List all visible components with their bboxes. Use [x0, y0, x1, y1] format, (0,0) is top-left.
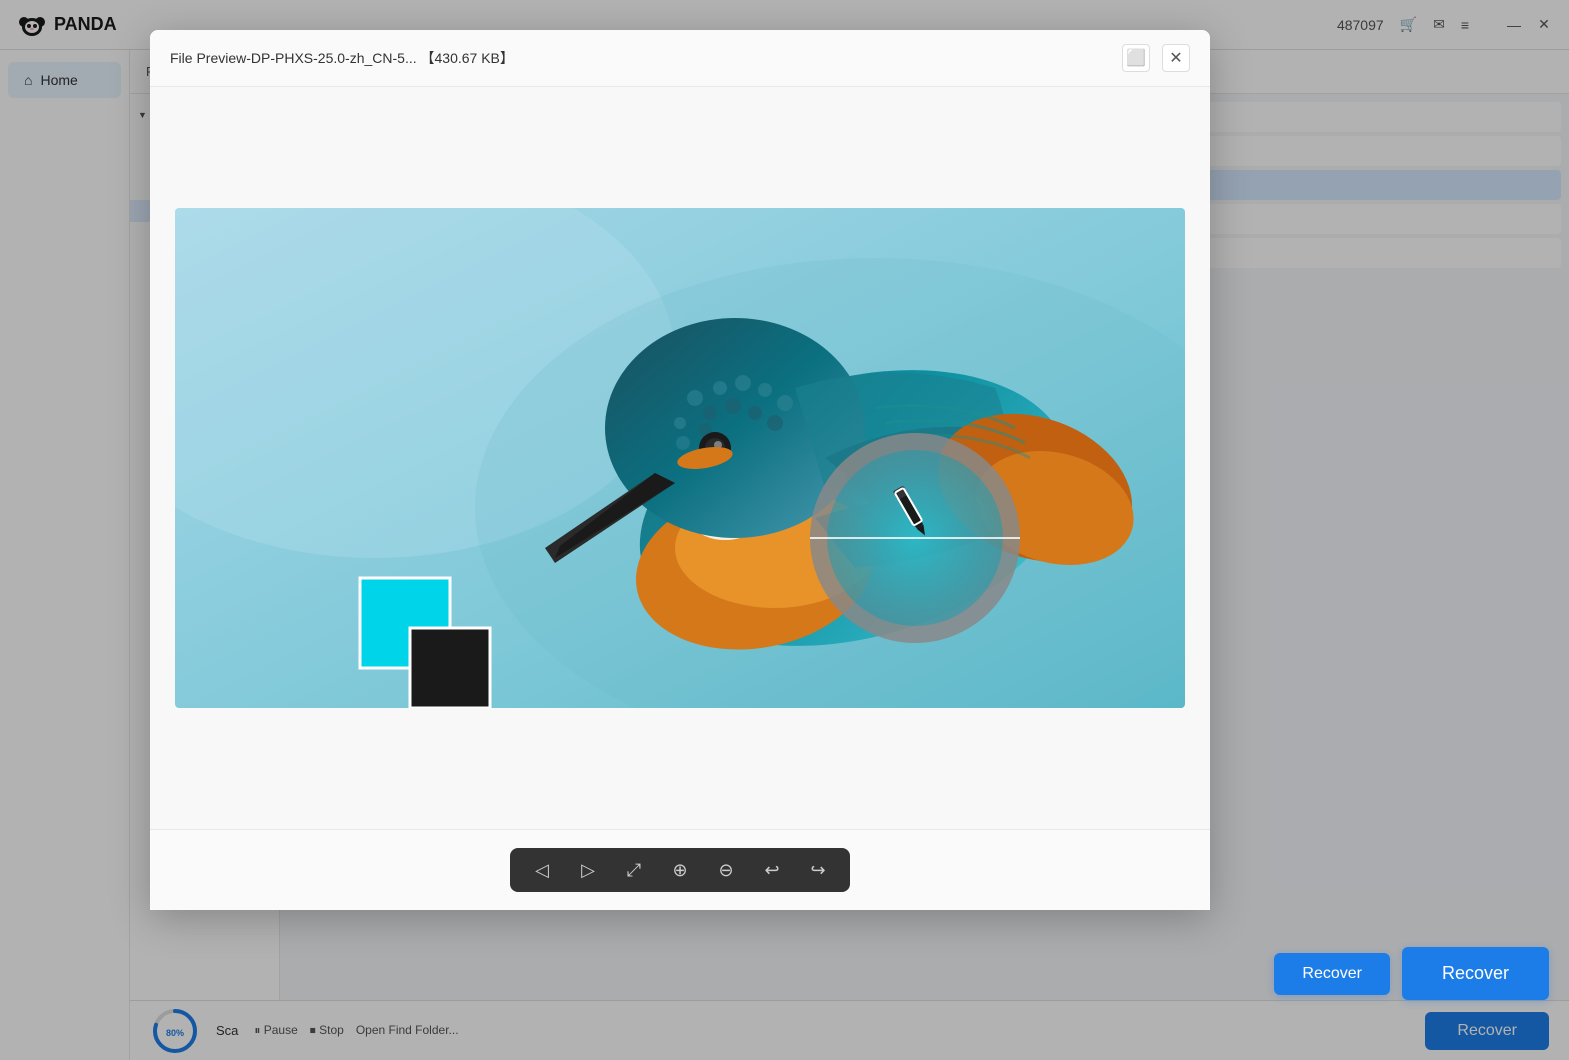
toolbar-strip: ◁ ▷ ⤢ ⊕ ⊖ ↩ ↪	[510, 848, 850, 892]
preview-modal: File Preview-DP-PHXS-25.0-zh_CN-5... 【43…	[150, 30, 1210, 910]
kingfisher-svg	[175, 208, 1185, 708]
preview-maximize-btn[interactable]: ⬜	[1122, 44, 1150, 72]
fit-btn[interactable]: ⤢	[620, 856, 648, 884]
next-btn[interactable]: ▷	[574, 856, 602, 884]
preview-toolbar: ◁ ▷ ⤢ ⊕ ⊖ ↩ ↪	[150, 829, 1210, 910]
preview-title-controls: ⬜ ✕	[1122, 44, 1190, 72]
kingfisher-scene	[175, 208, 1185, 708]
preview-title: File Preview-DP-PHXS-25.0-zh_CN-5... 【43…	[170, 48, 514, 68]
prev-btn[interactable]: ◁	[528, 856, 556, 884]
preview-content	[150, 87, 1210, 829]
preview-title-bar: File Preview-DP-PHXS-25.0-zh_CN-5... 【43…	[150, 30, 1210, 87]
zoom-in-btn[interactable]: ⊕	[666, 856, 694, 884]
app-window: PANDA 487097 🛒 ✉ ≡ — ✕ ⌂ Home File Locat…	[0, 0, 1569, 1060]
zoom-out-btn[interactable]: ⊖	[712, 856, 740, 884]
recover-buttons-area: Recover Recover	[1274, 947, 1549, 1000]
recover-secondary-button[interactable]: Recover	[1274, 953, 1390, 995]
rotate-left-btn[interactable]: ↩	[758, 856, 786, 884]
modal-overlay: File Preview-DP-PHXS-25.0-zh_CN-5... 【43…	[0, 0, 1569, 1060]
rotate-right-btn[interactable]: ↪	[804, 856, 832, 884]
recover-large-button[interactable]: Recover	[1402, 947, 1549, 1000]
preview-close-btn[interactable]: ✕	[1162, 44, 1190, 72]
